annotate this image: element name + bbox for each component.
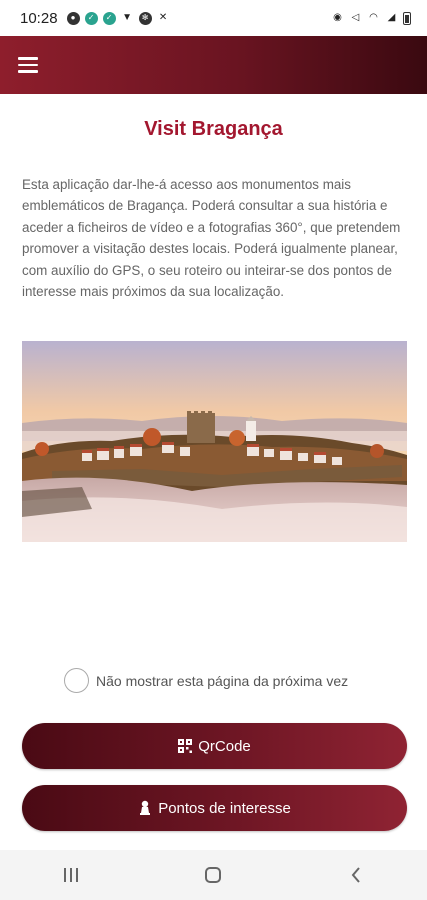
signal-icon: ◢ [387,12,396,23]
status-bar: 10:28 ● ✓ ✓ ▼ ✻ ✕ ◉ ◁ ◠ ◢ [0,0,427,36]
hamburger-menu-icon[interactable] [18,53,42,77]
app-notification-icon: ✓ [84,11,98,25]
back-icon[interactable] [336,860,376,890]
points-of-interest-button[interactable]: Pontos de interesse [22,785,407,831]
home-icon[interactable] [193,860,233,890]
intro-text: Esta aplicação dar-lhe-á acesso aos monu… [22,177,401,300]
app-bar [0,36,427,94]
status-left: 10:28 ● ✓ ✓ ▼ ✻ ✕ [20,10,170,27]
qr-code-icon [178,739,193,753]
points-of-interest-label: Pontos de interesse [158,799,291,817]
tools-icon: ✕ [158,12,168,23]
settings-notification-icon: ✻ [138,11,152,25]
map-pin-icon [138,800,152,815]
qrcode-button[interactable]: QrCode [22,723,407,769]
battery-icon [403,11,411,25]
system-nav-bar [0,850,427,900]
alarm-icon: ◉ [333,12,342,23]
recent-apps-icon[interactable] [51,860,91,890]
page-title: Visit Bragança [144,118,283,140]
dont-show-again-label: Não mostrar esta página da próxima vez [96,672,349,689]
braganca-castle-photo [22,341,407,542]
notification-icon: ● [66,11,80,25]
qrcode-button-label: QrCode [198,737,251,755]
hero-image [22,341,407,542]
status-time: 10:28 [20,9,58,27]
status-right: ◉ ◁ ◠ ◢ [331,11,411,25]
app-notification-icon-2: ✓ [102,11,116,25]
download-icon: ▼ [122,12,132,23]
dont-show-again-row[interactable]: Não mostrar esta página da próxima vez [64,668,348,693]
wifi-icon: ◠ [369,12,378,23]
mute-icon: ◁ [351,12,360,23]
dont-show-again-radio[interactable] [64,668,89,693]
